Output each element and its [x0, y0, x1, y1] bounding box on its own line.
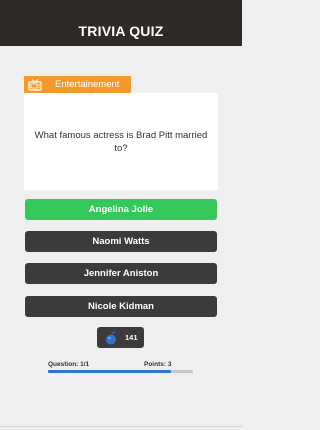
progress-fill — [48, 370, 172, 373]
question-text: What famous actress is Brad Pitt married… — [34, 129, 208, 154]
category-tab: Entertainement — [24, 76, 131, 93]
bomb-icon — [105, 331, 117, 345]
bomb-count: 141 — [125, 333, 138, 342]
answer-button-3[interactable]: Jennifer Aniston — [25, 263, 217, 284]
tv-icon — [27, 76, 43, 93]
category-label: Entertainement — [55, 79, 120, 90]
question-counter: Question: 1/1 — [48, 361, 90, 368]
app-header: TRIVIA QUIZ — [0, 0, 242, 46]
progress-bar — [48, 370, 193, 373]
answer-button-2[interactable]: Naomi Watts — [25, 231, 217, 252]
question-card: What famous actress is Brad Pitt married… — [24, 93, 218, 190]
app-title: TRIVIA QUIZ — [78, 23, 164, 39]
points-counter: Points: 3 — [144, 361, 172, 368]
answer-button-1[interactable]: Angelina Jolie — [25, 199, 217, 220]
divider — [0, 426, 242, 427]
bomb-powerup-button[interactable]: 141 — [97, 327, 144, 348]
answer-button-4[interactable]: Nicole Kidman — [25, 296, 217, 317]
